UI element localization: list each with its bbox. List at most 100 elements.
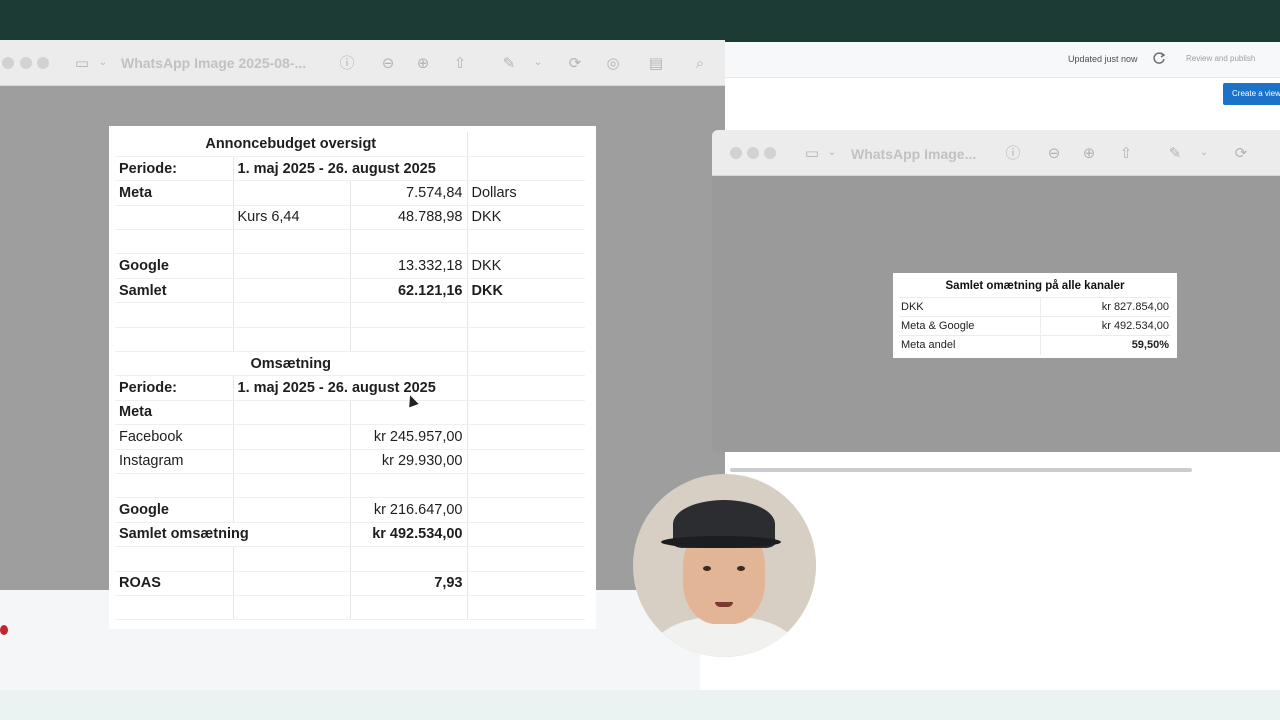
table-row bbox=[115, 473, 585, 499]
omsaetning-heading: Omsætning bbox=[115, 351, 468, 377]
webcam-bubble[interactable] bbox=[633, 474, 816, 657]
close-dot-icon[interactable] bbox=[730, 147, 742, 159]
spreadsheet-image: Annoncebudget oversigt Periode: 1. maj 2… bbox=[109, 126, 596, 629]
close-dot-icon[interactable] bbox=[2, 57, 14, 69]
table-row: Meta 7.574,84 Dollars bbox=[115, 180, 585, 206]
zoom-in-icon[interactable]: ⊕ bbox=[413, 53, 433, 73]
periode-label: Periode: bbox=[115, 375, 234, 401]
preview-window-main: ▭ ⌄ WhatsApp Image 2025-08-... ⓘ ⊖ ⊕ ⇧ ✎… bbox=[0, 40, 725, 629]
samlet-value: 62.121,16 bbox=[350, 277, 468, 304]
zoom-out-icon[interactable]: ⊖ bbox=[1044, 143, 1064, 163]
zoom-dot-icon[interactable] bbox=[37, 57, 49, 69]
table-row: ROAS 7,93 bbox=[115, 571, 585, 596]
create-view-button[interactable]: Create a view bbox=[1223, 83, 1280, 105]
table-row: Meta andel 59,50% bbox=[899, 335, 1171, 355]
info-icon[interactable]: ⓘ bbox=[1003, 143, 1023, 163]
table-row: Periode: 1. maj 2025 - 26. august 2025 bbox=[115, 375, 585, 401]
chevron-down-icon[interactable]: ⌄ bbox=[1194, 143, 1214, 163]
sidebar-toggle-icon[interactable]: ▭ bbox=[72, 53, 92, 73]
table-row: Kurs 6,44 48.788,98 DKK bbox=[115, 205, 585, 231]
table-row bbox=[115, 302, 585, 328]
table-row bbox=[115, 327, 585, 353]
roas-value: 7,93 bbox=[350, 571, 468, 596]
summary-table: DKK kr 827.854,00 Meta & Google kr 492.5… bbox=[899, 297, 1171, 355]
update-status: Updated just now bbox=[1068, 54, 1138, 64]
summary-value: kr 492.534,00 bbox=[1040, 316, 1171, 336]
table-row bbox=[115, 595, 585, 621]
search-icon[interactable]: ⌕ bbox=[690, 53, 710, 73]
budget-heading: Annoncebudget oversigt bbox=[115, 132, 468, 157]
presenter-eye bbox=[703, 566, 711, 571]
review-publish-button[interactable]: Review and publish bbox=[1186, 54, 1255, 63]
desktop-top-strip bbox=[0, 0, 1280, 42]
periode-label: Periode: bbox=[115, 156, 234, 182]
meta-value: 7.574,84 bbox=[350, 180, 468, 206]
share-icon[interactable]: ⇧ bbox=[1116, 143, 1136, 163]
markup-pen-icon[interactable]: ✎ bbox=[499, 53, 519, 73]
table-row: Omsætning bbox=[115, 351, 585, 377]
window-title: WhatsApp Image... bbox=[851, 146, 977, 162]
meta-label: Meta bbox=[115, 400, 234, 426]
facebook-label: Facebook bbox=[115, 424, 234, 450]
summary-value: kr 827.854,00 bbox=[1040, 297, 1171, 317]
rotate-icon[interactable]: ⟳ bbox=[1231, 143, 1251, 163]
table-row: Instagram kr 29.930,00 bbox=[115, 449, 585, 474]
sidebar-toggle-icon[interactable]: ▭ bbox=[802, 143, 822, 163]
summary-card-title: Samlet omætning på alle kanaler bbox=[945, 280, 1125, 292]
samlet-omsaetning-label: Samlet omsætning bbox=[115, 521, 351, 548]
presenter-eye bbox=[737, 566, 745, 571]
rotate-icon[interactable]: ⟳ bbox=[565, 53, 585, 73]
google-value: 13.332,18 bbox=[350, 253, 468, 279]
zoom-out-icon[interactable]: ⊖ bbox=[378, 53, 398, 73]
google-unit: DKK bbox=[467, 253, 585, 279]
horizontal-scrollbar[interactable] bbox=[730, 468, 1192, 472]
facebook-value: kr 245.957,00 bbox=[350, 424, 468, 450]
kurs-value: 48.788,98 bbox=[350, 205, 468, 231]
share-icon[interactable]: ⇧ bbox=[450, 53, 470, 73]
table-row: DKK kr 827.854,00 bbox=[899, 297, 1171, 317]
periode-value: 1. maj 2025 - 26. august 2025 bbox=[233, 156, 468, 182]
markup-icon[interactable]: ◎ bbox=[603, 53, 623, 73]
summary-label: DKK bbox=[899, 297, 1041, 317]
budget-table: Annoncebudget oversigt Periode: 1. maj 2… bbox=[115, 132, 585, 621]
table-row: Meta bbox=[115, 400, 585, 426]
instagram-value: kr 29.930,00 bbox=[350, 449, 468, 474]
app-badge-icon bbox=[0, 625, 8, 635]
minimize-dot-icon[interactable] bbox=[747, 147, 759, 159]
chevron-down-icon[interactable]: ⌄ bbox=[822, 143, 842, 163]
roas-label: ROAS bbox=[115, 571, 234, 596]
web-app-header: Updated just now Review and publish bbox=[700, 42, 1280, 78]
info-icon[interactable]: ⓘ bbox=[337, 53, 357, 73]
markup-pen-icon[interactable]: ✎ bbox=[1165, 143, 1185, 163]
table-row: Facebook kr 245.957,00 bbox=[115, 424, 585, 450]
form-icon[interactable]: ▤ bbox=[646, 53, 666, 73]
summary-value: 59,50% bbox=[1040, 335, 1171, 355]
chevron-down-icon[interactable]: ⌄ bbox=[528, 53, 548, 73]
kurs-label: Kurs 6,44 bbox=[233, 205, 351, 231]
minimize-dot-icon[interactable] bbox=[20, 57, 32, 69]
samlet-omsaetning-value: kr 492.534,00 bbox=[350, 521, 468, 548]
google-label: Google bbox=[115, 497, 234, 523]
window-title: WhatsApp Image 2025-08-... bbox=[121, 55, 307, 71]
meta-unit: Dollars bbox=[467, 180, 585, 206]
instagram-label: Instagram bbox=[115, 449, 234, 474]
table-row: Google 13.332,18 DKK bbox=[115, 253, 585, 279]
table-row: Periode: 1. maj 2025 - 26. august 2025 bbox=[115, 156, 585, 182]
zoom-dot-icon[interactable] bbox=[764, 147, 776, 159]
periode-value: 1. maj 2025 - 26. august 2025 bbox=[233, 375, 468, 401]
refresh-icon[interactable] bbox=[1152, 51, 1166, 65]
samlet-label: Samlet bbox=[115, 277, 234, 304]
table-row: Meta & Google kr 492.534,00 bbox=[899, 316, 1171, 336]
zoom-in-icon[interactable]: ⊕ bbox=[1079, 143, 1099, 163]
table-row: Google kr 216.647,00 bbox=[115, 497, 585, 523]
chevron-down-icon[interactable]: ⌄ bbox=[93, 53, 113, 73]
presenter-cap-brim bbox=[661, 536, 781, 548]
summary-label: Meta & Google bbox=[899, 316, 1041, 336]
window-toolbar: ▭ ⌄ WhatsApp Image 2025-08-... ⓘ ⊖ ⊕ ⇧ ✎… bbox=[0, 40, 725, 86]
summary-card: Samlet omætning på alle kanaler DKK kr 8… bbox=[893, 273, 1177, 358]
bottom-bar bbox=[0, 690, 1280, 720]
table-row bbox=[115, 546, 585, 572]
window-toolbar: ▭ ⌄ WhatsApp Image... ⓘ ⊖ ⊕ ⇧ ✎ ⌄ ⟳ bbox=[712, 130, 1280, 176]
summary-label: Meta andel bbox=[899, 335, 1041, 355]
table-row: Samlet omsætning kr 492.534,00 bbox=[115, 521, 585, 548]
